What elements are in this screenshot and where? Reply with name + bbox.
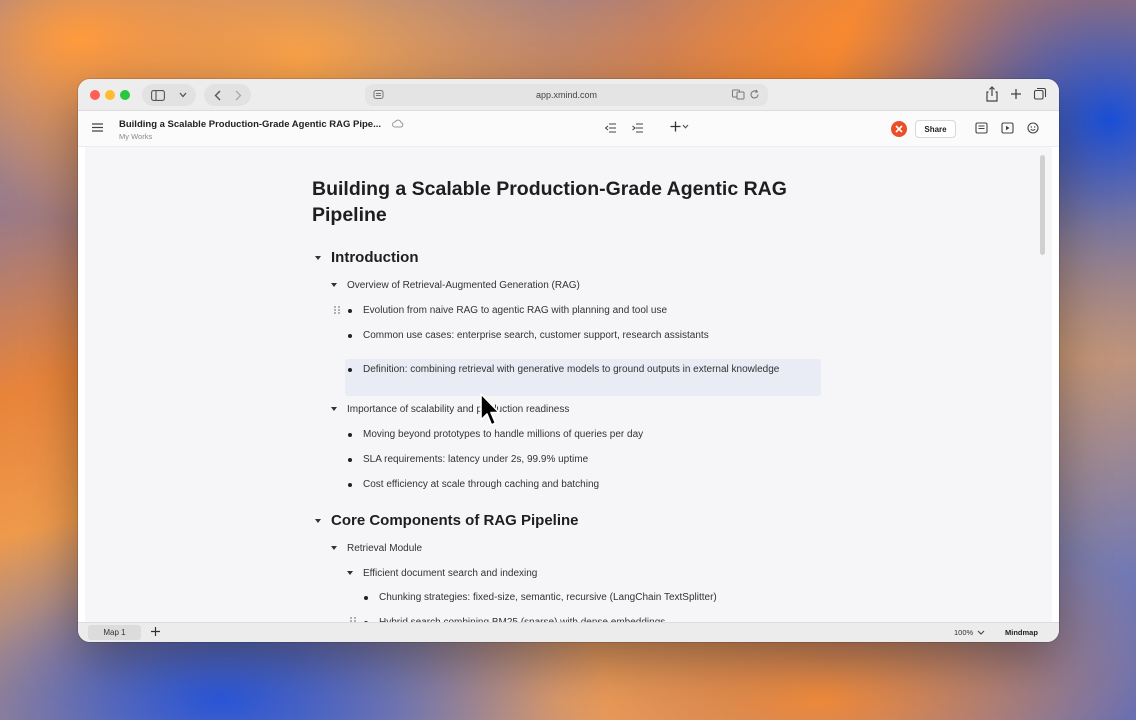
outliner-canvas[interactable]: Building a Scalable Production-Grade Age… <box>85 147 1052 622</box>
browser-actions <box>985 86 1047 102</box>
add-sheet-icon[interactable] <box>150 626 161 637</box>
outdent-icon[interactable] <box>605 123 616 133</box>
avatar[interactable] <box>891 121 907 137</box>
share-icon[interactable] <box>985 86 999 102</box>
section-heading[interactable]: Introduction <box>331 249 418 266</box>
scrollbar-thumb[interactable] <box>1040 155 1045 255</box>
browser-window: app.xmind.com Building a Scalable Produc… <box>78 79 1059 642</box>
chevron-down-icon[interactable] <box>682 124 689 129</box>
mouse-cursor-icon <box>480 393 500 426</box>
insert-menu[interactable] <box>670 121 689 132</box>
bullet <box>348 309 352 313</box>
collapse-toggle[interactable] <box>331 546 337 550</box>
outline-item[interactable]: Cost efficiency at scale through caching… <box>363 476 599 493</box>
document-location[interactable]: My Works <box>119 132 152 141</box>
share-button[interactable]: Share <box>915 120 956 138</box>
app-toolbar: Building a Scalable Production-Grade Age… <box>78 111 1059 147</box>
outline-item[interactable]: Hybrid search combining BM25 (sparse) wi… <box>379 614 665 622</box>
menu-icon[interactable] <box>92 123 103 132</box>
cloud-sync-icon <box>392 119 404 128</box>
back-icon[interactable] <box>214 90 221 101</box>
page-settings-icon[interactable] <box>373 89 384 100</box>
emoji-feedback-icon[interactable] <box>1027 122 1039 134</box>
zoom-window-button[interactable] <box>120 90 130 100</box>
view-mode-switch[interactable]: Mindmap <box>1005 628 1038 637</box>
bullet <box>348 368 352 372</box>
sidebar-toggle-group[interactable] <box>142 84 196 106</box>
outliner-view-icon[interactable] <box>975 122 988 134</box>
sheet-tab[interactable]: Map 1 <box>88 625 141 640</box>
collapse-toggle[interactable] <box>331 283 337 287</box>
outline-item-selected[interactable]: Definition: combining retrieval with gen… <box>363 361 803 378</box>
tab-overview-icon[interactable] <box>1033 86 1047 102</box>
page-title[interactable]: Building a Scalable Production-Grade Age… <box>312 176 832 228</box>
zoom-level: 100% <box>954 628 974 637</box>
new-tab-icon[interactable] <box>1009 86 1023 102</box>
outline-item[interactable]: Retrieval Module <box>347 540 422 557</box>
collapse-toggle[interactable] <box>315 519 321 523</box>
translate-icon[interactable] <box>732 89 745 100</box>
bullet <box>348 458 352 462</box>
pitch-mode-icon[interactable] <box>1001 122 1014 134</box>
collapse-toggle[interactable] <box>331 407 337 411</box>
forward-icon[interactable] <box>235 90 242 101</box>
collapse-toggle[interactable] <box>347 571 353 575</box>
bullet <box>348 334 352 338</box>
outline-item[interactable]: Evolution from naive RAG to agentic RAG … <box>363 302 667 319</box>
outline-item[interactable]: Chunking strategies: fixed-size, semanti… <box>379 589 717 606</box>
outline-item[interactable]: SLA requirements: latency under 2s, 99.9… <box>363 451 588 468</box>
outline-item[interactable]: Overview of Retrieval-Augmented Generati… <box>347 277 580 294</box>
indent-icon[interactable] <box>632 123 643 133</box>
history-nav-group <box>204 84 251 106</box>
drag-handle-icon[interactable] <box>334 306 340 315</box>
sidebar-icon[interactable] <box>151 89 165 101</box>
address-bar[interactable]: app.xmind.com <box>365 84 768 106</box>
minimize-window-button[interactable] <box>105 90 115 100</box>
bullet <box>348 483 352 487</box>
close-window-button[interactable] <box>90 90 100 100</box>
outline-item[interactable]: Importance of scalability and production… <box>347 401 569 418</box>
reload-icon[interactable] <box>749 89 760 100</box>
document-title[interactable]: Building a Scalable Production-Grade Age… <box>119 119 381 130</box>
collapse-toggle[interactable] <box>315 256 321 260</box>
bullet <box>364 596 368 600</box>
avatar-pattern-icon <box>895 125 903 133</box>
zoom-control[interactable]: 100% <box>954 628 985 637</box>
chevron-down-icon[interactable] <box>977 630 985 635</box>
url-text: app.xmind.com <box>535 90 598 100</box>
bullet <box>348 433 352 437</box>
outline-item[interactable]: Common use cases: enterprise search, cus… <box>363 327 709 344</box>
section-heading[interactable]: Core Components of RAG Pipeline <box>331 512 579 529</box>
status-bar: Map 1 100% Mindmap <box>78 622 1059 642</box>
outline-item[interactable]: Moving beyond prototypes to handle milli… <box>363 426 643 443</box>
outline-tools <box>605 123 643 133</box>
outline-item[interactable]: Efficient document search and indexing <box>363 565 537 582</box>
browser-chrome: app.xmind.com <box>78 79 1059 111</box>
view-tools <box>975 122 1039 134</box>
chevron-down-icon[interactable] <box>179 92 187 98</box>
add-icon[interactable] <box>670 121 681 132</box>
